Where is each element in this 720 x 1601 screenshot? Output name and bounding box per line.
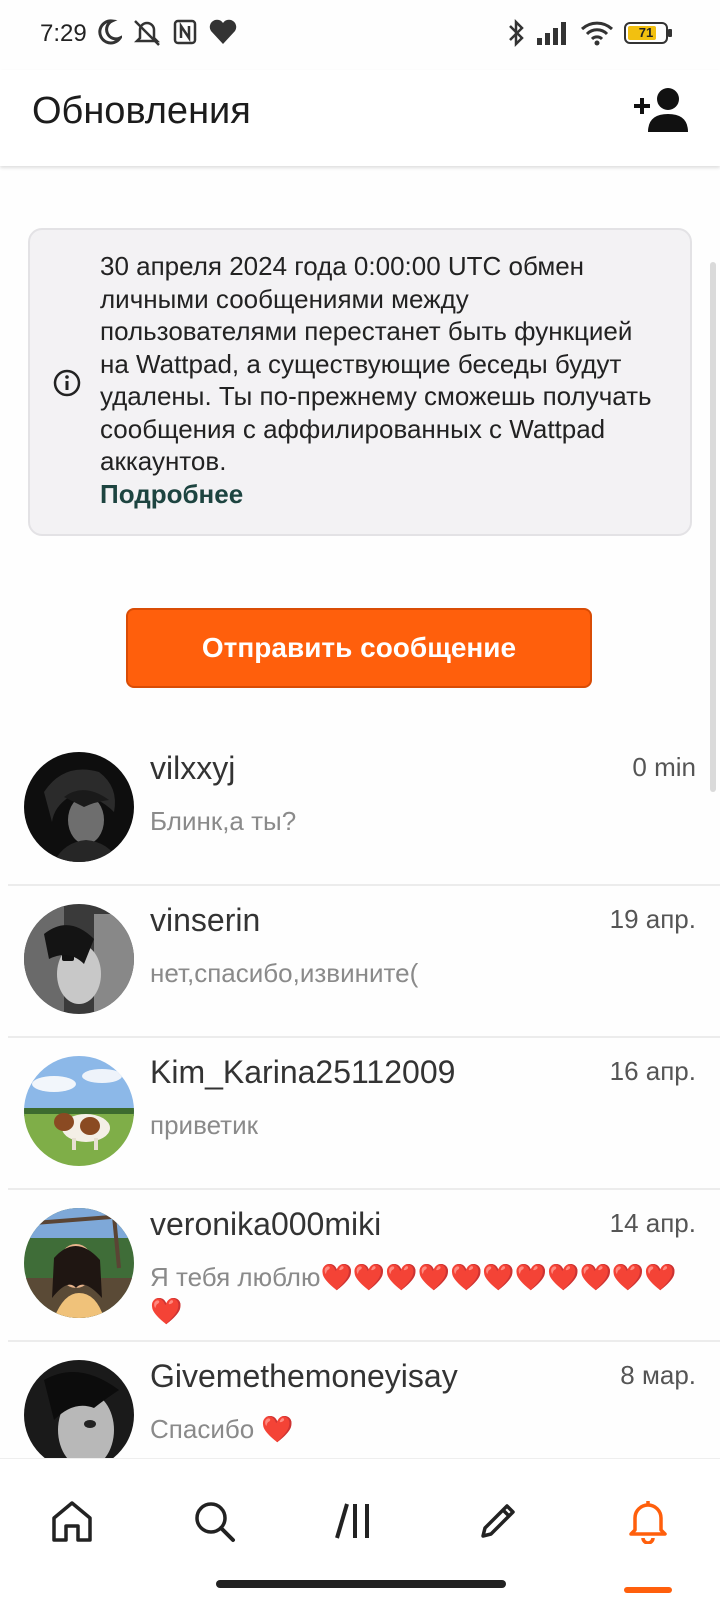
avatar bbox=[24, 1056, 134, 1166]
nav-write[interactable] bbox=[466, 1489, 530, 1553]
signal-icon bbox=[537, 22, 566, 45]
conversation-time: 8 мар. bbox=[620, 1360, 696, 1390]
home-gesture-bar[interactable] bbox=[216, 1580, 506, 1588]
conversation-preview: приветик bbox=[150, 1110, 258, 1140]
conversation-preview: нет,спасибо,извините( bbox=[150, 958, 419, 988]
nav-search[interactable] bbox=[182, 1489, 246, 1553]
status-left-icons bbox=[96, 18, 238, 46]
conversation-item[interactable]: vinserin нет,спасибо,извините( 19 апр. bbox=[8, 886, 720, 1038]
battery-level: 71 bbox=[638, 25, 654, 40]
avatar bbox=[24, 1208, 134, 1318]
status-right-icons: 71 bbox=[506, 18, 672, 48]
home-icon bbox=[52, 1501, 92, 1542]
conversation-name: Kim_Karina25112009 bbox=[150, 1054, 456, 1090]
nav-home[interactable] bbox=[40, 1489, 104, 1553]
avatar bbox=[24, 752, 134, 862]
bluetooth-icon bbox=[509, 18, 524, 48]
app-header: Обновления bbox=[0, 70, 720, 166]
conversation-time: 0 min bbox=[632, 752, 696, 782]
conversation-preview: Спасибо ❤️ bbox=[150, 1414, 294, 1444]
status-time: 7:29 bbox=[40, 20, 87, 47]
conversation-item[interactable]: vilxxyj Блинк,а ты? 0 min bbox=[8, 734, 720, 886]
add-user-button[interactable] bbox=[632, 86, 692, 136]
learn-more-link[interactable]: Подробнее bbox=[100, 478, 660, 511]
active-tab-indicator bbox=[624, 1587, 672, 1593]
nav-library[interactable] bbox=[324, 1489, 388, 1553]
conversation-time: 19 апр. bbox=[609, 904, 696, 934]
conversation-name: vinserin bbox=[150, 902, 261, 938]
wifi-icon bbox=[580, 21, 614, 46]
add-user-icon bbox=[634, 88, 688, 132]
notice-body: 30 апреля 2024 года 0:00:00 UTC обмен ли… bbox=[100, 251, 652, 476]
conversation-preview: Блинк,а ты? bbox=[150, 806, 297, 836]
conversation-time: 16 апр. bbox=[609, 1056, 696, 1086]
search-icon bbox=[195, 1502, 235, 1542]
conversation-item[interactable]: Kim_Karina25112009 приветик 16 апр. bbox=[8, 1038, 720, 1190]
conversation-time: 14 апр. bbox=[609, 1208, 696, 1238]
status-bar: 7:29 71 bbox=[0, 0, 720, 70]
heart-icon bbox=[209, 19, 237, 44]
battery-icon: 71 bbox=[624, 22, 672, 44]
nfc-icon bbox=[173, 19, 197, 45]
notice-text: 30 апреля 2024 года 0:00:00 UTC обмен ли… bbox=[100, 250, 660, 510]
scrollbar[interactable] bbox=[710, 262, 716, 792]
info-icon bbox=[53, 369, 81, 397]
page-title: Обновления bbox=[32, 90, 251, 132]
nav-notifications[interactable] bbox=[616, 1489, 680, 1553]
conversation-name: vilxxyj bbox=[150, 750, 236, 786]
notice-banner: 30 апреля 2024 года 0:00:00 UTC обмен ли… bbox=[28, 228, 692, 536]
conversation-item[interactable]: veronika000miki Я тебя люблю❤️❤️❤️❤️❤️❤️… bbox=[8, 1190, 720, 1342]
moon-icon bbox=[98, 19, 122, 45]
write-icon bbox=[481, 1504, 515, 1538]
avatar bbox=[24, 1360, 134, 1470]
notifications-icon bbox=[629, 1501, 667, 1544]
send-message-button[interactable]: Отправить сообщение bbox=[126, 608, 592, 688]
conversation-preview: Я тебя люблю❤️❤️❤️❤️❤️❤️❤️❤️❤️❤️❤️❤️ bbox=[150, 1262, 677, 1326]
conversation-name: Givemethemoneyisay bbox=[150, 1358, 458, 1394]
library-icon bbox=[335, 1503, 369, 1539]
mute-icon bbox=[133, 20, 161, 46]
avatar bbox=[24, 904, 134, 1014]
conversation-name: veronika000miki bbox=[150, 1206, 382, 1242]
